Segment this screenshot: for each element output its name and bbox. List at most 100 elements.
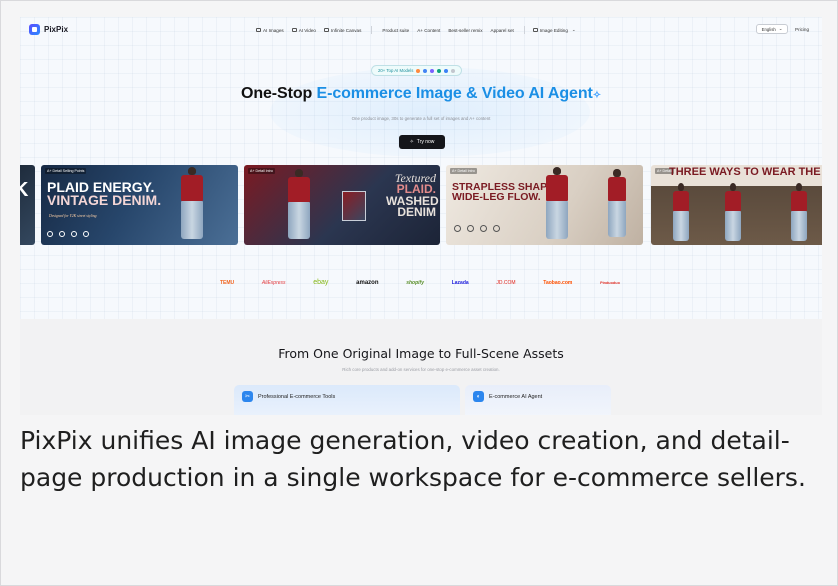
model-logo-icon [437,68,442,73]
tool-card-ai-agent[interactable]: ◐ E-commerce AI Agent [465,385,611,415]
card-headline: PLAID ENERGY. VINTAGE DENIM. [47,180,162,209]
caption-frame: PixPix AI Images AI Video Infinite Canva… [0,0,838,586]
nav-divider [371,26,373,34]
nav-pricing[interactable]: Pricing [795,27,809,32]
agent-icon: ◐ [473,391,484,402]
website-screenshot: PixPix AI Images AI Video Infinite Canva… [20,17,822,415]
feature-icon [493,225,500,232]
video-icon [291,28,297,32]
try-now-button[interactable]: ✧ Try now [399,135,445,149]
card-feature-icons [47,231,89,237]
nav-image-editing-label: Image Editing [539,27,568,33]
tools-icon: ✂ [242,391,253,402]
card-headline: K [20,179,29,201]
feature-icon [467,225,474,232]
brand-logo[interactable]: PixPix [29,24,68,35]
model-figure [725,183,741,241]
feature-icon [59,231,65,237]
nav-product-suite[interactable]: Product suite [382,28,409,33]
carousel-card[interactable]: K [20,165,35,245]
feature-icon [71,231,77,237]
section-title: From One Original Image to Full-Scene As… [278,346,564,361]
brand-logo-aliexpress: AliExpress [261,279,286,286]
nav-ai-images[interactable]: AI Images [256,28,284,33]
language-label: English [761,26,776,32]
card-tag: A+ Detail Selling Points [45,168,87,174]
pixpix-logo-icon [29,24,40,35]
headline-prefix: One-Stop [240,85,317,102]
card-subtitle: Designed for Y2K street styling [49,214,97,218]
nav-apparel-set[interactable]: Apparel set [491,28,514,33]
brand-logo-lazada: Lazada [451,279,469,286]
card-tag: A+ Detail Intro [248,168,275,174]
nav-ai-images-label: AI Images [263,27,284,33]
sparkle-icon: ✧ [592,90,601,101]
card-tag: A+ Detail Intro [450,168,477,174]
chevron-down-icon: ⌄ [571,27,576,32]
carousel-card[interactable]: A+ Detail Intro Textured PLAID. WASHED D… [244,165,440,245]
chevron-down-icon: ⌄ [778,26,783,31]
card-feature-icons [454,225,500,232]
more-icon [451,68,456,73]
card-headline: THREE WAYS TO WEAR THE SET [669,166,822,178]
models-badge-label: 20+ Top AI Models [378,68,414,73]
language-select[interactable]: English ⌄ [756,24,788,34]
tool-card-ecommerce-tools[interactable]: ✂ Professional E-commerce Tools [234,385,460,415]
features-section: From One Original Image to Full-Scene As… [20,319,822,415]
image-icon [256,28,261,32]
model-figure [673,183,689,241]
model-logo-icon [444,68,449,73]
nav-image-editing[interactable]: Image Editing ⌄ [532,27,576,33]
card-headline: Textured PLAID. WASHED DENIM [386,172,439,219]
brand-name: PixPix [44,25,69,34]
brand-logo-ebay: ebay [313,279,329,286]
model-figure [288,169,310,239]
brand-logo-shopify: shopify [406,279,424,286]
brand-logo-taobao: Taobao.com [543,279,573,286]
headline-accent: E-commerce Image & Video AI Agent [316,85,593,102]
nav-ai-video[interactable]: AI Video [291,27,316,33]
card-line: VINTAGE DENIM. [47,192,162,209]
nav-infinite-canvas-label: Infinite Canvas [330,27,362,33]
tool-card-label: E-commerce AI Agent [489,394,543,400]
brand-logo-jd: JD.COM [496,279,516,286]
model-figure [546,167,568,239]
card-headline: STRAPLESS SHAPE. WIDE-LEG FLOW. [452,182,557,203]
carousel-card[interactable]: A+ Detail THREE WAYS TO WEAR THE SET [651,165,822,245]
carousel-card[interactable]: A+ Detail Selling Points PLAID ENERGY. V… [41,165,238,245]
nav-best-seller-remix[interactable]: Best-seller remix [448,28,482,33]
card-line: WIDE-LEG FLOW. [452,190,541,203]
caption-text: PixPix unifies AI image generation, vide… [20,426,806,492]
brand-logo-temu: TEMU [220,279,235,286]
models-badge[interactable]: 20+ Top AI Models [371,65,463,76]
model-logo-icon [416,68,421,73]
sparkle-icon: ✧ [409,139,414,145]
feature-icon [83,231,89,237]
fabric-swatch [342,191,366,221]
nav-a-plus-content[interactable]: A+ Content [417,28,440,33]
hero-headline: One-Stop E-commerce Image & Video AI Age… [20,85,822,103]
edit-icon [532,28,538,32]
section-subtitle: Rich core products and add-on services f… [342,367,500,372]
feature-icon [47,231,53,237]
model-logo-icon [430,68,435,73]
carousel-card[interactable]: A+ Detail Intro STRAPLESS SHAPE. WIDE-LE… [446,165,643,245]
nav-infinite-canvas[interactable]: Infinite Canvas [323,27,362,33]
model-logo-icon [423,68,428,73]
feature-icon [454,225,461,232]
model-figure [181,167,203,239]
marketplace-logos: TEMU AliExpress ebay amazon shopify Laza… [220,279,620,286]
try-now-label: Try now [416,139,435,145]
top-nav: PixPix AI Images AI Video Infinite Canva… [20,17,822,43]
model-figure [791,183,807,241]
hero-section: PixPix AI Images AI Video Infinite Canva… [20,17,822,319]
nav-ai-video-label: AI Video [298,27,316,33]
nav-links: AI Images AI Video Infinite Canvas Produ… [256,26,576,34]
canvas-icon [323,28,329,32]
tool-card-label: Professional E-commerce Tools [258,394,336,400]
model-figure [608,169,626,237]
nav-divider [523,26,525,34]
brand-logo-pinduoduo: Pinduoduo [600,280,620,285]
hero-subline: One product image, 30s to generate a ful… [351,116,491,121]
feature-icon [480,225,487,232]
